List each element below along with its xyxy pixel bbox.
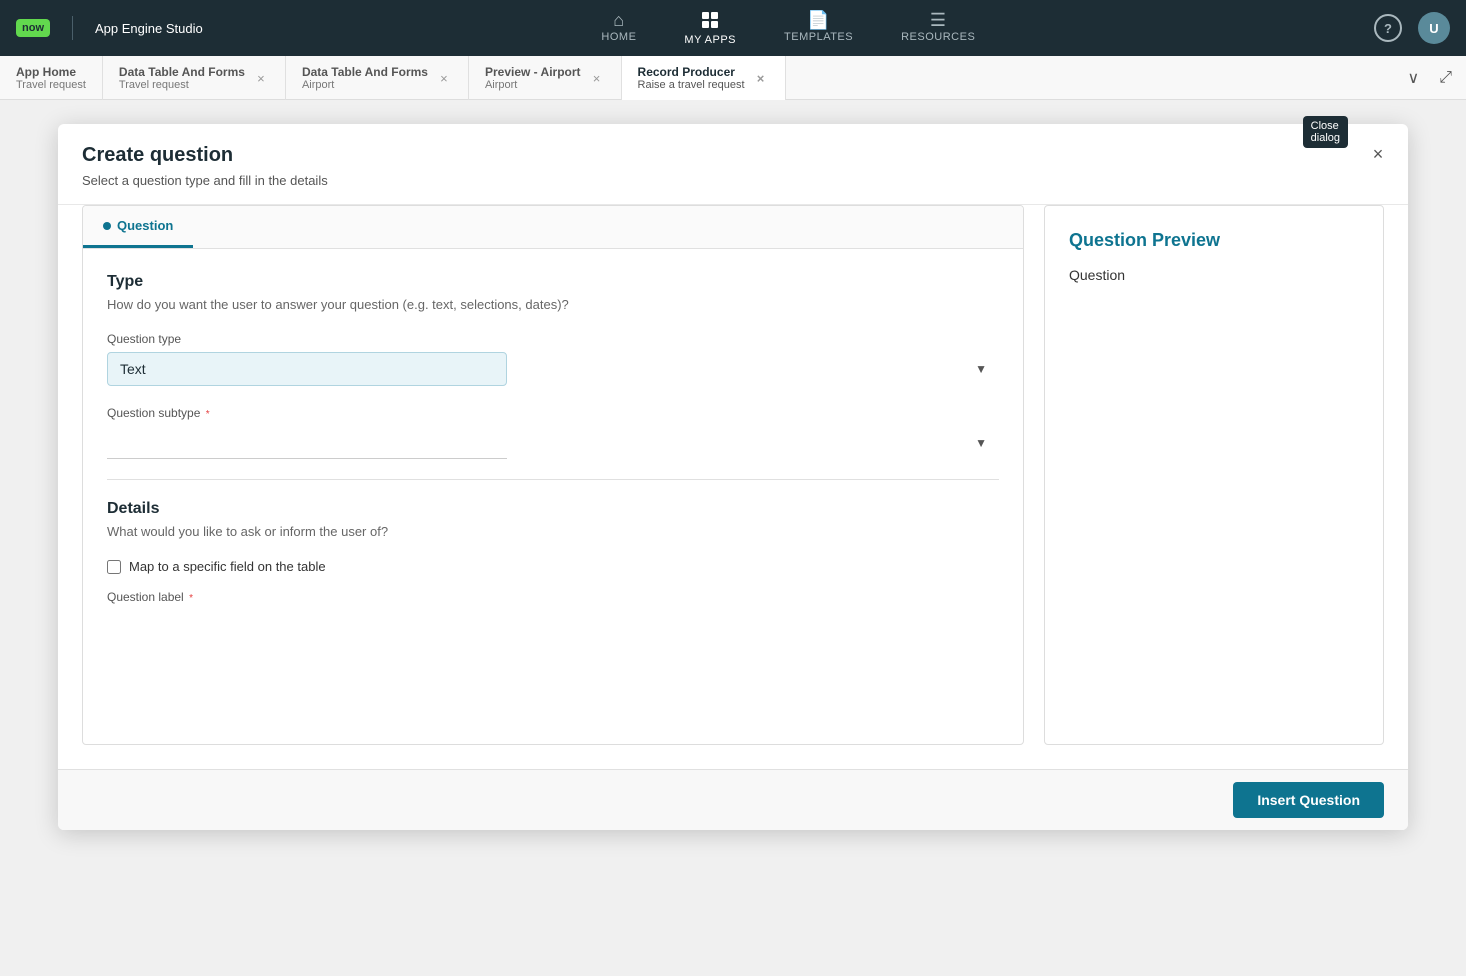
brand-logo-area: now App Engine Studio xyxy=(16,16,203,40)
nav-my-apps-label: MY APPS xyxy=(684,34,736,46)
question-subtype-select[interactable] xyxy=(107,426,507,459)
tab-data-table-travel-main: Data Table And Forms xyxy=(119,65,245,79)
map-to-field-wrapper: Map to a specific field on the table xyxy=(107,559,999,574)
dialog-title: Create question xyxy=(82,144,1384,167)
tab-record-producer-sub: Raise a travel request xyxy=(638,79,745,91)
question-label-label: Question label * xyxy=(107,590,999,604)
map-to-field-label: Map to a specific field on the table xyxy=(129,559,326,574)
app-name: App Engine Studio xyxy=(95,21,203,36)
tab-record-producer-main: Record Producer xyxy=(638,65,745,79)
tab-preview-airport-title: Preview - Airport Airport xyxy=(485,65,581,91)
tab-data-table-travel-sub: Travel request xyxy=(119,79,245,91)
tab-app-home-title: App Home Travel request xyxy=(16,65,86,91)
map-to-field-checkbox[interactable] xyxy=(107,560,121,574)
tab-preview-airport-close[interactable]: × xyxy=(589,70,605,86)
tab-question-label: Question xyxy=(117,218,173,233)
tabs-expand-button[interactable]: ⤢ xyxy=(1433,65,1458,91)
question-label-required-star: * xyxy=(189,593,193,604)
insert-question-button[interactable]: Insert Question xyxy=(1233,782,1384,818)
tab-preview-airport[interactable]: Preview - Airport Airport × xyxy=(469,56,622,100)
nav-brand-divider xyxy=(72,16,73,40)
nav-templates-label: TEMPLATES xyxy=(784,31,853,43)
dialog-close-button[interactable]: × xyxy=(1364,140,1392,168)
tab-data-table-airport[interactable]: Data Table And Forms Airport × xyxy=(286,56,469,100)
dialog-footer: Insert Question xyxy=(58,769,1408,830)
tab-question-dot xyxy=(103,222,111,230)
question-subtype-label: Question subtype * xyxy=(107,406,999,420)
my-apps-icon xyxy=(701,11,719,32)
templates-icon: 📄 xyxy=(807,11,830,29)
tab-record-producer[interactable]: Record Producer Raise a travel request × xyxy=(622,56,786,100)
tab-data-table-airport-close[interactable]: × xyxy=(436,70,452,86)
question-type-chevron-icon: ▼ xyxy=(975,362,987,376)
tab-record-producer-close[interactable]: × xyxy=(753,70,769,86)
tab-data-table-travel-title: Data Table And Forms Travel request xyxy=(119,65,245,91)
top-navigation: now App Engine Studio ⌂ HOME MY APPS 📄 T… xyxy=(0,0,1466,56)
type-section-title: Type xyxy=(107,273,999,291)
tab-data-table-airport-main: Data Table And Forms xyxy=(302,65,428,79)
question-type-select[interactable]: Text Single line text Multi-line text In… xyxy=(107,352,507,386)
nav-item-resources[interactable]: ☰ RESOURCES xyxy=(893,5,983,52)
dialog-body: Question Type How do you want the user t… xyxy=(58,205,1408,769)
nav-home-label: HOME xyxy=(601,31,636,43)
left-panel: Question Type How do you want the user t… xyxy=(82,205,1024,745)
question-subtype-chevron-icon: ▼ xyxy=(975,436,987,450)
nav-item-home[interactable]: ⌂ HOME xyxy=(593,5,644,52)
nav-item-templates[interactable]: 📄 TEMPLATES xyxy=(776,5,861,52)
tabs-bar: App Home Travel request Data Table And F… xyxy=(0,56,1466,100)
main-content: Close dialog Create question Select a qu… xyxy=(0,100,1466,976)
tab-app-home-sub: Travel request xyxy=(16,79,86,91)
nav-center: ⌂ HOME MY APPS 📄 TEMPLATES ☰ RESOURCES xyxy=(203,5,1374,52)
tabs-overflow-button[interactable]: ∨ xyxy=(1401,64,1425,92)
subtype-required-star: * xyxy=(206,409,210,420)
home-icon: ⌂ xyxy=(613,11,624,29)
tab-preview-airport-sub: Airport xyxy=(485,79,581,91)
tab-app-home[interactable]: App Home Travel request xyxy=(0,56,103,100)
right-panel: Question Preview Question xyxy=(1044,205,1384,745)
tab-preview-airport-main: Preview - Airport xyxy=(485,65,581,79)
preview-title: Question Preview xyxy=(1069,230,1359,251)
question-subtype-select-wrapper: ▼ xyxy=(107,426,999,459)
preview-question: Question xyxy=(1069,267,1359,283)
tab-record-producer-title: Record Producer Raise a travel request xyxy=(638,65,745,91)
create-question-dialog: Close dialog Create question Select a qu… xyxy=(58,124,1408,830)
tab-data-table-travel[interactable]: Data Table And Forms Travel request × xyxy=(103,56,286,100)
details-section-title: Details xyxy=(107,500,999,518)
type-section-desc: How do you want the user to answer your … xyxy=(107,297,999,312)
nav-resources-label: RESOURCES xyxy=(901,31,975,43)
resources-icon: ☰ xyxy=(930,11,947,29)
tab-data-table-airport-sub: Airport xyxy=(302,79,428,91)
tabs-actions: ∨ ⤢ xyxy=(1393,56,1466,99)
tab-app-home-main: App Home xyxy=(16,65,86,79)
tab-data-table-airport-title: Data Table And Forms Airport xyxy=(302,65,428,91)
question-type-label: Question type xyxy=(107,332,999,346)
user-avatar[interactable]: U xyxy=(1418,12,1450,44)
now-logo: now xyxy=(16,19,50,37)
help-button[interactable]: ? xyxy=(1374,14,1402,42)
dialog-subtitle: Select a question type and fill in the d… xyxy=(82,173,1384,188)
tab-data-table-travel-close[interactable]: × xyxy=(253,70,269,86)
nav-item-my-apps[interactable]: MY APPS xyxy=(676,5,744,52)
question-tab-header: Question xyxy=(83,206,1023,249)
dialog-header: Create question Select a question type a… xyxy=(58,124,1408,205)
section-divider xyxy=(107,479,999,480)
nav-right-actions: ? U xyxy=(1374,12,1450,44)
details-section-desc: What would you like to ask or inform the… xyxy=(107,524,999,539)
question-type-select-wrapper: Text Single line text Multi-line text In… xyxy=(107,352,999,386)
tab-btn-question[interactable]: Question xyxy=(83,206,193,248)
panel-content: Type How do you want the user to answer … xyxy=(83,249,1023,729)
